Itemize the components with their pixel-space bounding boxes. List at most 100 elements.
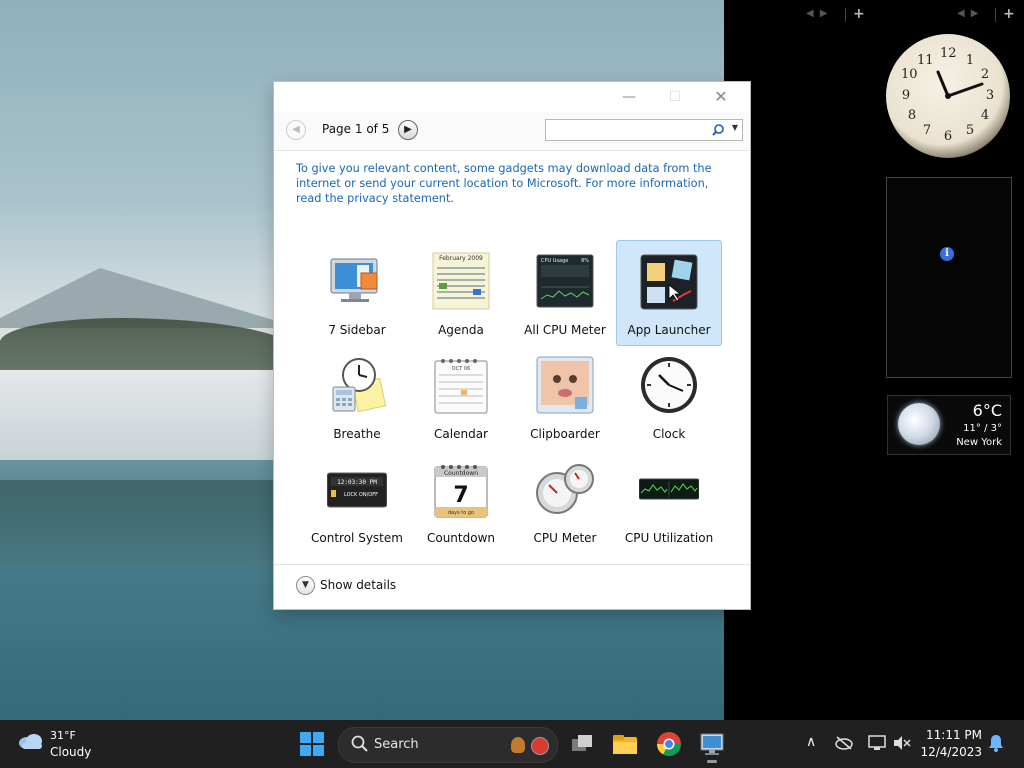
sidebar-nav-arrows-left[interactable]: ◀▶ bbox=[806, 8, 833, 19]
sidebar-nav-arrows-right[interactable]: ◀▶ bbox=[957, 8, 984, 19]
wallpaper-lake-reflection bbox=[0, 480, 300, 570]
gadget-tile-breathe[interactable]: Breathe bbox=[304, 344, 410, 450]
gadget-label: Agenda bbox=[438, 323, 484, 337]
control-thumb-time: 12:03:30 PM bbox=[337, 479, 377, 486]
minimize-button[interactable]: — bbox=[606, 84, 652, 110]
wallpaper-snowfield bbox=[0, 370, 300, 460]
add-gadget-icon[interactable]: + bbox=[853, 6, 865, 22]
countdown-thumb-title: Countdown bbox=[444, 470, 478, 477]
countdown-thumb-number: 7 bbox=[453, 483, 468, 508]
taskbar-date[interactable]: 12/4/2023 bbox=[920, 745, 982, 759]
weather-temperature: 6°C bbox=[972, 401, 1002, 420]
gadget-tile-cpu-meter[interactable]: CPU Meter bbox=[512, 448, 618, 554]
countdown-icon: Countdown 7 days to go bbox=[434, 465, 488, 518]
chevron-down-icon[interactable]: ▼ bbox=[296, 576, 315, 595]
gadget-tile-7-sidebar[interactable]: 7 Sidebar bbox=[304, 240, 410, 346]
maximize-button[interactable]: ☐ bbox=[652, 84, 698, 110]
sidebar-separator bbox=[845, 8, 846, 22]
privacy-notice-link[interactable]: To give you relevant content, some gadge… bbox=[296, 161, 726, 206]
breathe-icon bbox=[332, 358, 387, 413]
page-indicator: Page 1 of 5 bbox=[322, 122, 390, 136]
file-explorer-icon[interactable] bbox=[611, 730, 639, 758]
cpu-utilization-icon bbox=[639, 478, 699, 500]
chevron-up-icon[interactable]: ∧ bbox=[806, 734, 816, 750]
gadget-search-input[interactable]: ▼ bbox=[545, 119, 743, 141]
gadget-tile-app-launcher[interactable]: App Launcher bbox=[616, 240, 722, 346]
gadget-tile-all-cpu-meter[interactable]: CPU Usage 8% All CPU Meter bbox=[512, 240, 618, 346]
moon-weather-icon bbox=[898, 403, 940, 445]
cpu-thumb-pct: 8% bbox=[581, 258, 589, 264]
chevron-down-icon[interactable]: ▼ bbox=[732, 123, 738, 132]
gadget-tile-calendar[interactable]: OCT 06 Calendar bbox=[408, 344, 514, 450]
taskbar-weather-condition[interactable]: Cloudy bbox=[50, 745, 91, 759]
weather-gadget[interactable]: 6°C 11° / 3° New York bbox=[887, 395, 1011, 455]
gadget-label: 7 Sidebar bbox=[328, 323, 386, 337]
next-page-button[interactable]: ▶ bbox=[398, 120, 418, 140]
gadget-tile-agenda[interactable]: February 2009 Agenda bbox=[408, 240, 514, 346]
gadget-tile-clipboarder[interactable]: Clipboarder bbox=[512, 344, 618, 450]
gadget-label: CPU Meter bbox=[533, 531, 597, 545]
gadget-label: Countdown bbox=[426, 531, 495, 545]
cpu-meter-icon bbox=[536, 464, 594, 514]
gadget-label: Breathe bbox=[333, 427, 381, 441]
chrome-icon[interactable] bbox=[655, 730, 683, 758]
calendar-thumb-month: OCT 06 bbox=[452, 366, 470, 372]
ornament-icon bbox=[531, 737, 549, 755]
clock-icon bbox=[641, 357, 697, 413]
gadget-label: Clock bbox=[652, 427, 686, 441]
weather-range: 11° / 3° bbox=[963, 423, 1002, 434]
empty-gadget-panel[interactable]: i bbox=[886, 177, 1012, 378]
dialog-titlebar[interactable]: — ☐ ✕ bbox=[274, 82, 750, 112]
sidebar-separator bbox=[995, 8, 996, 22]
add-gadget-icon[interactable]: + bbox=[1003, 6, 1015, 22]
search-icon[interactable] bbox=[712, 124, 724, 136]
gadget-label: All CPU Meter bbox=[524, 323, 606, 337]
gadget-label: CPU Utilization bbox=[624, 531, 714, 545]
taskbar-time[interactable]: 11:11 PM bbox=[920, 728, 982, 742]
notification-bell-icon[interactable] bbox=[988, 734, 1004, 752]
info-icon[interactable]: i bbox=[940, 247, 954, 261]
control-thumb-lock: LOCK ON/OFF bbox=[344, 492, 378, 498]
agenda-thumb-title: February 2009 bbox=[439, 255, 483, 262]
network-icon[interactable] bbox=[868, 735, 886, 751]
gadget-tile-countdown[interactable]: Countdown 7 days to go Countdown bbox=[408, 448, 514, 554]
previous-page-button[interactable]: ◀ bbox=[286, 120, 306, 140]
app-launcher-icon bbox=[640, 254, 698, 310]
gadget-label: App Launcher bbox=[627, 323, 711, 337]
control-system-icon: 12:03:30 PM LOCK ON/OFF bbox=[327, 472, 387, 508]
countdown-thumb-sub: days to go bbox=[448, 510, 474, 516]
onedrive-offline-icon[interactable] bbox=[835, 736, 853, 750]
running-indicator bbox=[707, 760, 717, 763]
taskbar: 31°F Cloudy Search ∧ 11:11 PM 12/4/2023 bbox=[0, 720, 1024, 768]
clock-gadget[interactable]: 12 1 2 3 4 5 6 7 8 9 10 11 bbox=[886, 34, 1010, 158]
gadget-tile-clock[interactable]: Clock bbox=[616, 344, 722, 450]
taskbar-weather-temp[interactable]: 31°F bbox=[50, 729, 76, 742]
gadget-label: Clipboarder bbox=[530, 427, 600, 441]
calendar-icon: OCT 06 bbox=[434, 359, 488, 414]
cpu-usage-icon: CPU Usage 8% bbox=[536, 254, 594, 308]
show-details-label[interactable]: Show details bbox=[320, 578, 396, 592]
search-icon bbox=[351, 735, 368, 752]
clock-hands-icon bbox=[936, 70, 984, 99]
dialog-toolbar: ◀ Page 1 of 5 ▶ ▼ bbox=[274, 112, 750, 151]
agenda-calendar-icon: February 2009 bbox=[432, 252, 490, 310]
task-view-icon[interactable] bbox=[568, 730, 596, 758]
gadget-label: Calendar bbox=[434, 427, 488, 441]
gadget-tile-cpu-utilization[interactable]: CPU Utilization bbox=[616, 448, 722, 554]
weather-city: New York bbox=[956, 437, 1002, 448]
gadgets-app-icon[interactable] bbox=[698, 730, 726, 763]
gadget-tile-control-system[interactable]: 12:03:30 PM LOCK ON/OFF Control System bbox=[304, 448, 410, 554]
monitor-icon bbox=[330, 258, 378, 302]
cloud-icon[interactable] bbox=[18, 733, 44, 749]
search-placeholder: Search bbox=[374, 737, 419, 752]
dialog-footer: ▼ Show details bbox=[274, 564, 750, 610]
cpu-thumb-title: CPU Usage bbox=[541, 258, 568, 264]
gadget-label: Control System bbox=[311, 531, 403, 545]
volume-muted-icon[interactable] bbox=[893, 735, 911, 751]
windows-start-icon[interactable] bbox=[300, 732, 324, 756]
clipboarder-icon bbox=[536, 356, 594, 414]
gadgets-dialog: — ☐ ✕ ◀ Page 1 of 5 ▶ ▼ To give you rele… bbox=[274, 82, 750, 609]
taskbar-search-box[interactable]: Search bbox=[338, 727, 558, 763]
gingerbread-icon bbox=[511, 737, 525, 753]
close-button[interactable]: ✕ bbox=[698, 84, 744, 110]
